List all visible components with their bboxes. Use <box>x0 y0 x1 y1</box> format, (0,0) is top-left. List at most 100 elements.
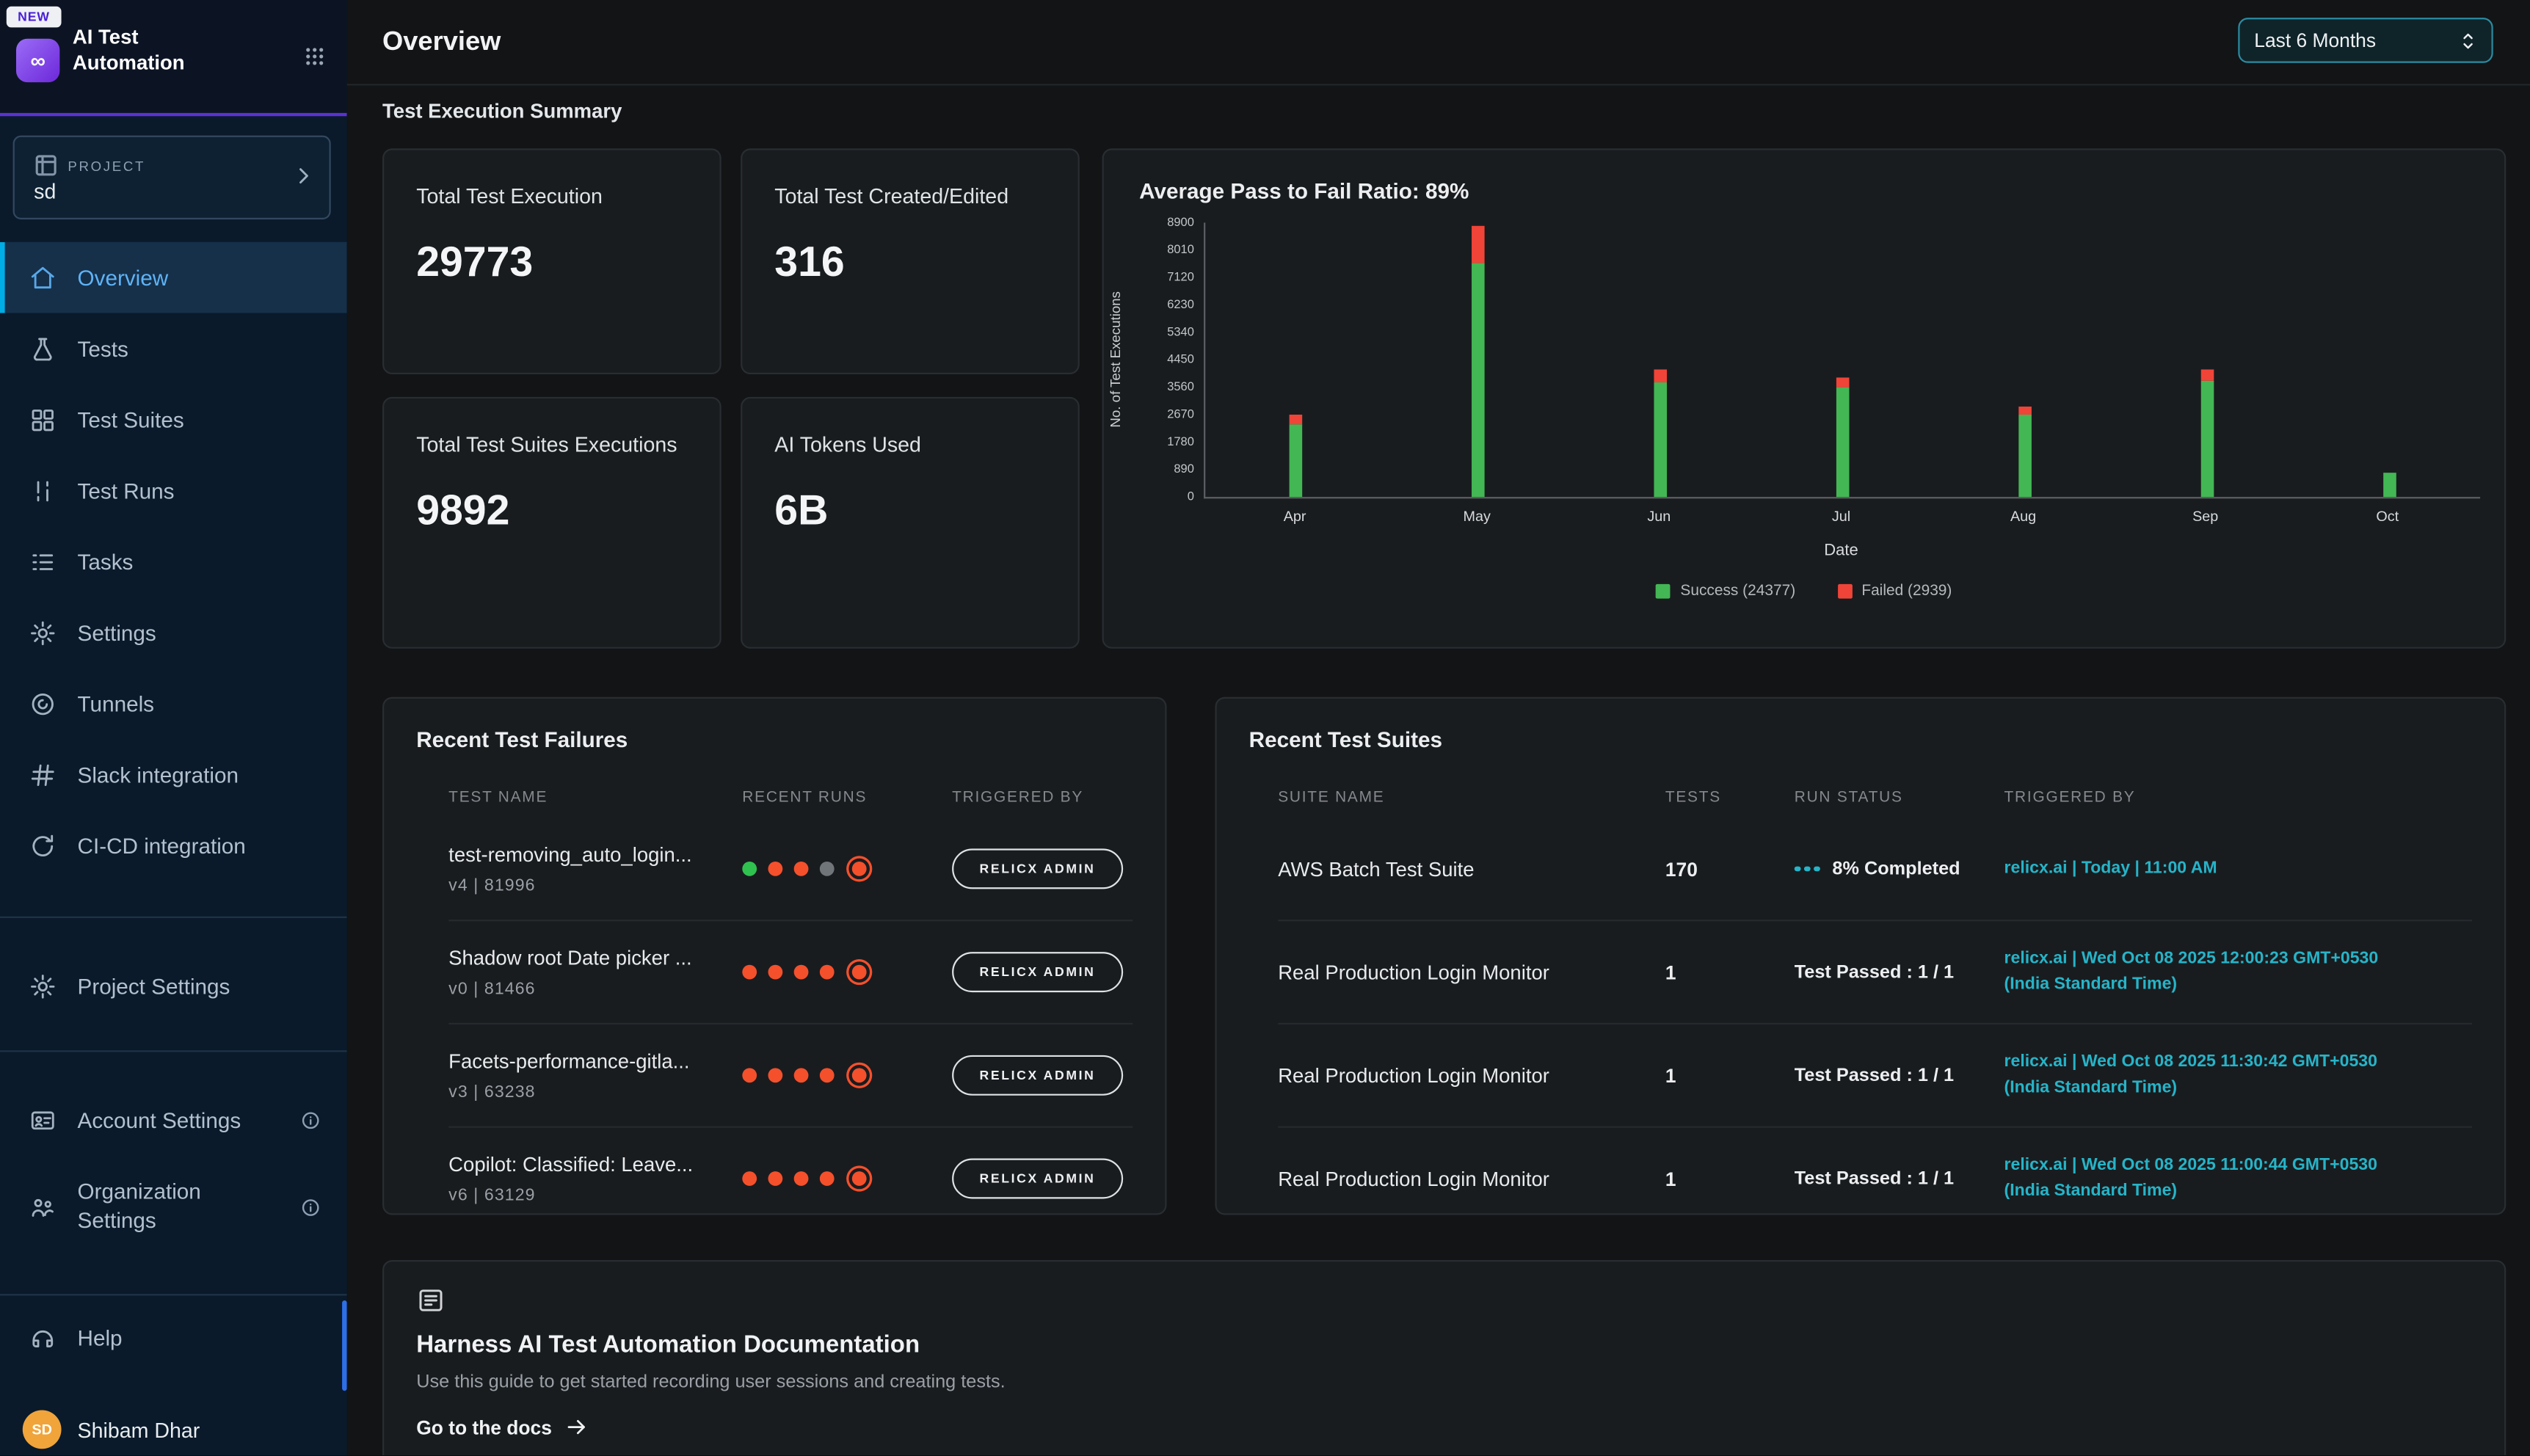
failure-row[interactable]: test-removing_auto_login... v4 | 81996 REL… <box>448 818 1133 922</box>
x-tick-label: Apr <box>1284 509 1306 525</box>
test-name[interactable]: test-removing_auto_login... <box>448 843 742 866</box>
user-name: Shibam Dhar <box>78 1417 200 1441</box>
sidebar-item-account-settings[interactable]: Account Settings <box>0 1084 347 1155</box>
suite-row[interactable]: Real Production Login Monitor1Test Passe… <box>1278 921 2472 1024</box>
sidebar-item-organization-settings[interactable]: Organization Settings <box>0 1162 347 1252</box>
bar-failed <box>2200 369 2214 381</box>
run-status-dot-fail[interactable] <box>820 965 835 980</box>
recent-runs-dots <box>742 862 952 876</box>
run-status-dot-fail[interactable] <box>852 1171 867 1186</box>
docs-link[interactable]: Go to the docs <box>416 1415 589 1439</box>
suite-name[interactable]: AWS Batch Test Suite <box>1278 858 1665 881</box>
avatar: SD <box>23 1410 62 1449</box>
suite-row[interactable]: Real Production Login Monitor1Test Passe… <box>1278 1128 2472 1214</box>
test-name[interactable]: Facets-performance-gitla... <box>448 1049 742 1072</box>
user-account[interactable]: SD Shibam Dhar <box>0 1400 347 1455</box>
tasks-icon <box>29 547 57 575</box>
sidebar-header: NEW ∞ AI Test Automation <box>0 0 347 116</box>
run-status-dot-fail[interactable] <box>794 1068 809 1082</box>
apps-grid-icon[interactable] <box>303 46 326 68</box>
run-status-dot-fail[interactable] <box>768 1171 782 1186</box>
triggered-by-button[interactable]: RELICX ADMIN <box>952 848 1123 889</box>
docs-subtitle: Use this guide to get started recording … <box>416 1373 1005 1392</box>
divider <box>0 1050 347 1052</box>
run-status-dot-fail[interactable] <box>768 1068 782 1082</box>
run-status-dot-fail[interactable] <box>794 862 809 876</box>
failure-row[interactable]: Copilot: Classified: Leave... v6 | 63129 R… <box>448 1128 1133 1214</box>
failures-rows: test-removing_auto_login... v4 | 81996 REL… <box>448 818 1133 1214</box>
suite-name[interactable]: Real Production Login Monitor <box>1278 961 1665 983</box>
triggered-by-text: relicx.ai | Today | 11:00 AM <box>2004 856 2473 882</box>
run-status-dot-fail[interactable] <box>742 965 757 980</box>
suites-rows: AWS Batch Test Suite1708% Completedrelic… <box>1278 818 2472 1214</box>
test-version-id: v3 | 63238 <box>448 1082 742 1101</box>
triggered-by-button[interactable]: RELICX ADMIN <box>952 1055 1123 1096</box>
sidebar-item-tasks[interactable]: Tasks <box>0 526 347 597</box>
run-status-dot-skip[interactable] <box>820 862 835 876</box>
project-selector[interactable]: PROJECT sd <box>13 136 331 219</box>
sidebar-item-slack-integration[interactable]: Slack integration <box>0 739 347 810</box>
sidebar-item-overview[interactable]: Overview <box>0 242 347 313</box>
bar-success <box>1290 424 1304 497</box>
run-status-dot-fail[interactable] <box>852 1068 867 1082</box>
bar-success <box>2018 415 2032 497</box>
sidebar-item-test-runs[interactable]: Test Runs <box>0 455 347 526</box>
suite-name[interactable]: Real Production Login Monitor <box>1278 1064 1665 1087</box>
failure-row[interactable]: Facets-performance-gitla... v3 | 63238 REL… <box>448 1024 1133 1128</box>
run-status-dot-fail[interactable] <box>852 965 867 980</box>
sidebar-item-project-settings[interactable]: Project Settings <box>0 950 347 1022</box>
sidebar-item-test-suites[interactable]: Test Suites <box>0 384 347 455</box>
sidebar-item-tunnels[interactable]: Tunnels <box>0 668 347 739</box>
tunnel-icon <box>29 690 57 717</box>
gear-icon <box>29 972 57 1000</box>
main-content: Overview Last 6 Months Test Execution Su… <box>347 0 2530 1455</box>
run-status-dot-fail[interactable] <box>794 965 809 980</box>
column-header: TRIGGERED BY <box>952 788 1133 806</box>
run-status: 8% Completed <box>1795 859 2004 878</box>
run-status-dot-fail[interactable] <box>852 862 867 876</box>
suite-tests-count: 1 <box>1665 1168 1795 1190</box>
triggered-by-text: relicx.ai | Wed Oct 08 2025 11:30:42 GMT… <box>2004 1050 2473 1101</box>
run-status-dot-fail[interactable] <box>742 1171 757 1186</box>
x-tick-label: Aug <box>2010 509 2036 525</box>
recent-test-failures-card: Recent Test Failures TEST NAME RECENT RU… <box>382 697 1166 1215</box>
run-status-dot-fail[interactable] <box>794 1171 809 1186</box>
project-icon <box>32 152 59 179</box>
run-status-dot-fail[interactable] <box>768 965 782 980</box>
sidebar-item-settings[interactable]: Settings <box>0 597 347 668</box>
run-status-dot-fail[interactable] <box>768 862 782 876</box>
x-tick-label: Jun <box>1647 509 1671 525</box>
bar-success <box>1472 263 1486 497</box>
sidebar-item-help[interactable]: Help <box>0 1302 347 1373</box>
column-header: SUITE NAME <box>1278 788 1665 806</box>
failures-table: TEST NAME RECENT RUNS TRIGGERED BY test-… <box>448 776 1133 1213</box>
run-status-dot-success[interactable] <box>742 862 757 876</box>
triggered-by-button[interactable]: RELICX ADMIN <box>952 952 1123 992</box>
triggered-by-button[interactable]: RELICX ADMIN <box>952 1159 1123 1199</box>
stat-card-ai-tokens: AI Tokens Used 6B <box>741 397 1080 649</box>
run-status: Test Passed : 1 / 1 <box>1795 1066 2004 1085</box>
suite-row[interactable]: AWS Batch Test Suite1708% Completedrelic… <box>1278 818 2472 922</box>
run-status-dot-fail[interactable] <box>742 1068 757 1082</box>
bar-failed <box>1654 370 1668 383</box>
test-name[interactable]: Copilot: Classified: Leave... <box>448 1153 742 1176</box>
bar-failed <box>1472 226 1486 263</box>
info-icon[interactable] <box>300 1196 321 1217</box>
sidebar-item-cicd-integration[interactable]: CI-CD integration <box>0 810 347 881</box>
date-range-select[interactable]: Last 6 Months <box>2238 18 2493 63</box>
test-name[interactable]: Shadow root Date picker ... <box>448 946 742 969</box>
run-status-dot-fail[interactable] <box>820 1171 835 1186</box>
arrow-right-icon <box>564 1415 589 1439</box>
test-version-id: v4 | 81996 <box>448 876 742 895</box>
suites-table: SUITE NAME TESTS RUN STATUS TRIGGERED BY… <box>1278 776 2472 1213</box>
suites-table-header: SUITE NAME TESTS RUN STATUS TRIGGERED BY <box>1278 776 2472 818</box>
help-headset-icon <box>29 1324 57 1351</box>
suite-row[interactable]: Real Production Login Monitor1Test Passe… <box>1278 1024 2472 1128</box>
test-version-id: v6 | 63129 <box>448 1185 742 1204</box>
failure-row[interactable]: Shadow root Date picker ...v0 | 81466REL… <box>448 921 1133 1024</box>
gear-icon <box>29 619 57 646</box>
info-icon[interactable] <box>300 1109 321 1130</box>
run-status-dot-fail[interactable] <box>820 1068 835 1082</box>
suite-name[interactable]: Real Production Login Monitor <box>1278 1168 1665 1190</box>
sidebar-item-tests[interactable]: Tests <box>0 313 347 385</box>
